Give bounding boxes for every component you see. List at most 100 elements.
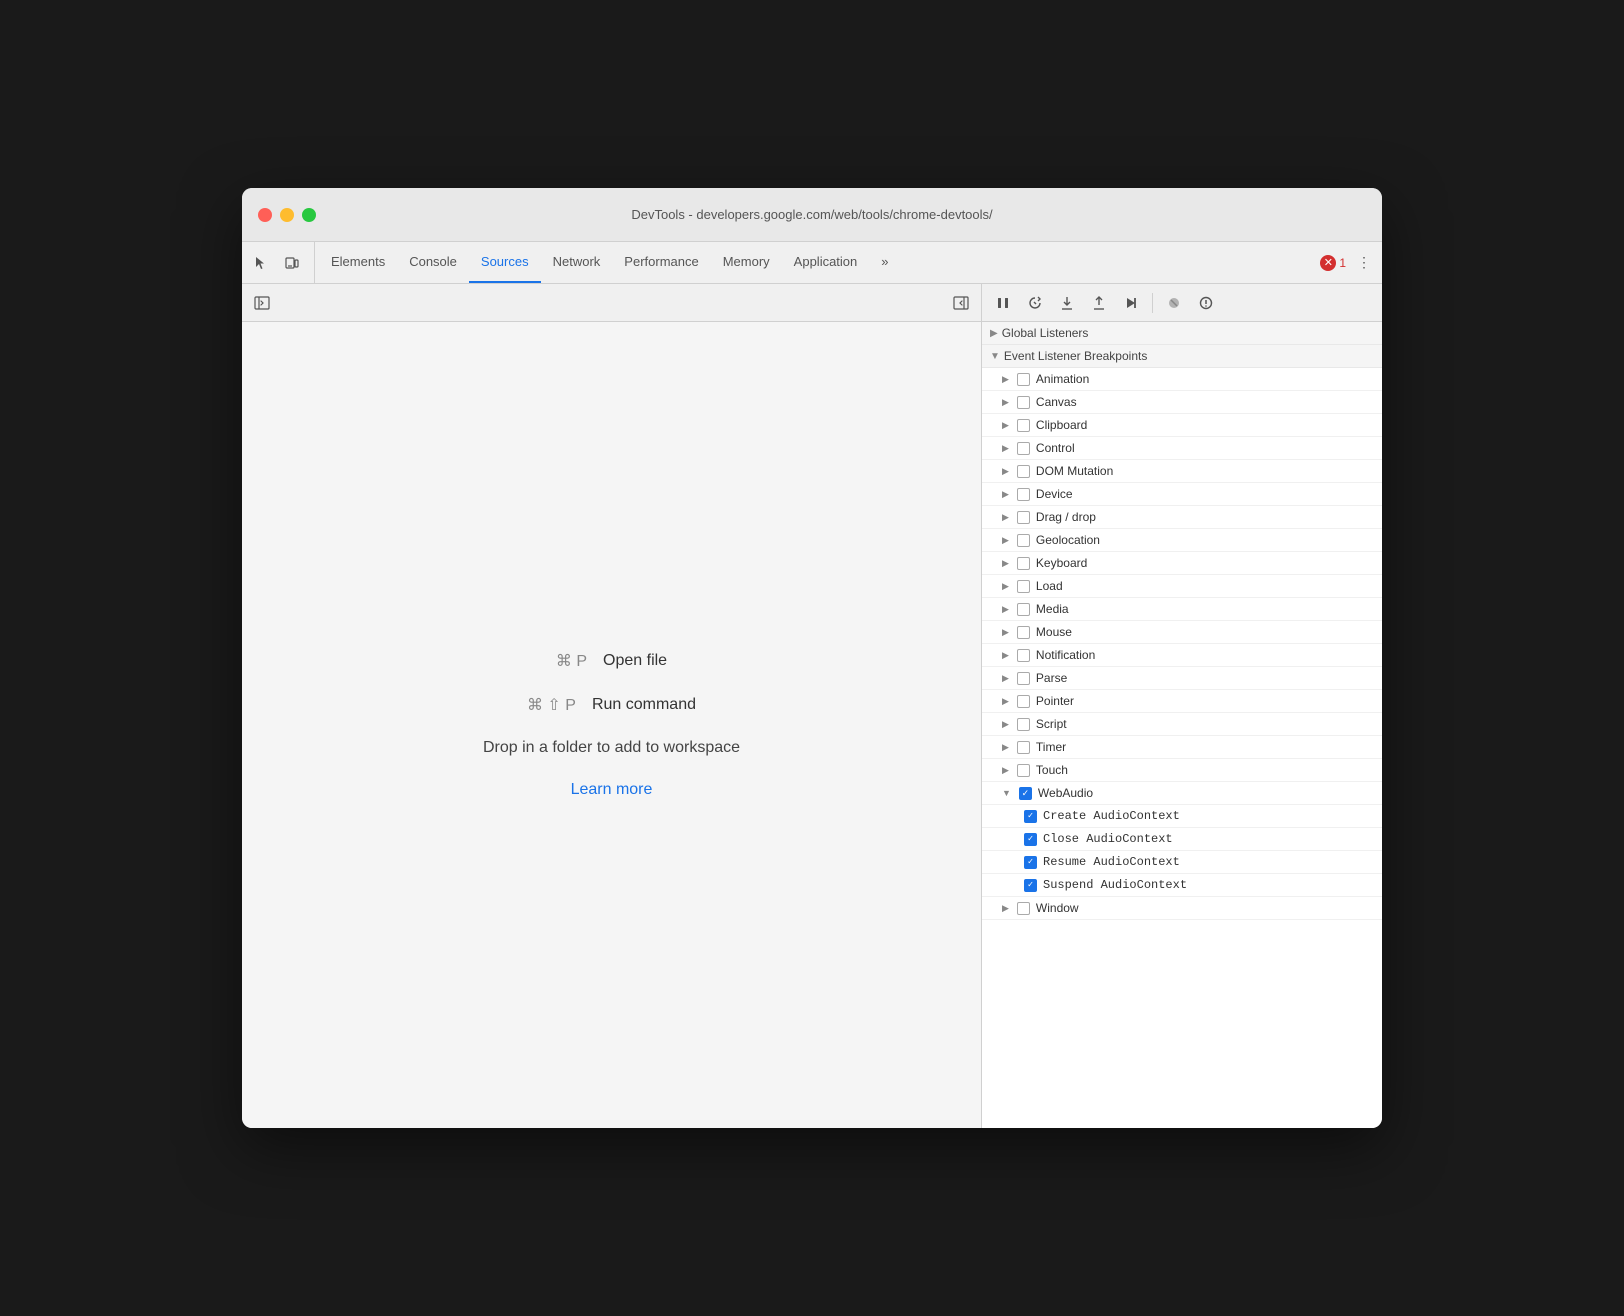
bp-pointer-checkbox[interactable] [1017, 695, 1030, 708]
learn-more-link[interactable]: Learn more [571, 781, 653, 799]
bp-animation[interactable]: ▶ Animation [982, 368, 1382, 391]
bp-create-audiocontext-checkbox[interactable] [1024, 810, 1037, 823]
bp-control-checkbox[interactable] [1017, 442, 1030, 455]
bp-suspend-audiocontext-checkbox[interactable] [1024, 879, 1037, 892]
window-title: DevTools - developers.google.com/web/too… [631, 207, 992, 222]
error-badge[interactable]: ✕ 1 [1320, 255, 1346, 271]
bp-webaudio-resume[interactable]: Resume AudioContext [982, 851, 1382, 874]
left-content: ⌘ P Open file ⌘ ⇧ P Run command Drop in … [242, 322, 981, 1128]
bp-keyboard-checkbox[interactable] [1017, 557, 1030, 570]
bp-canvas-label: Canvas [1036, 395, 1077, 409]
bp-mouse-checkbox[interactable] [1017, 626, 1030, 639]
bp-animation-checkbox[interactable] [1017, 373, 1030, 386]
bp-parse-checkbox[interactable] [1017, 672, 1030, 685]
bp-clipboard[interactable]: ▶ Clipboard [982, 414, 1382, 437]
bp-clipboard-checkbox[interactable] [1017, 419, 1030, 432]
open-file-label: Open file [603, 652, 667, 670]
bp-dom-mutation-checkbox[interactable] [1017, 465, 1030, 478]
main-area: ⌘ P Open file ⌘ ⇧ P Run command Drop in … [242, 284, 1382, 1128]
bp-timer-checkbox[interactable] [1017, 741, 1030, 754]
bp-canvas-checkbox[interactable] [1017, 396, 1030, 409]
bp-close-audiocontext-checkbox[interactable] [1024, 833, 1037, 846]
bp-pointer[interactable]: ▶ Pointer [982, 690, 1382, 713]
more-options-icon[interactable]: ⋮ [1350, 249, 1378, 277]
bp-control[interactable]: ▶ Control [982, 437, 1382, 460]
step-over-button[interactable] [1022, 290, 1048, 316]
bp-device-checkbox[interactable] [1017, 488, 1030, 501]
event-listener-breakpoints-header[interactable]: ▼ Event Listener Breakpoints [982, 345, 1382, 368]
bp-notification[interactable]: ▶ Notification [982, 644, 1382, 667]
bp-touch-checkbox[interactable] [1017, 764, 1030, 777]
bp-device[interactable]: ▶ Device [982, 483, 1382, 506]
shortcut-run-command: ⌘ ⇧ P Run command [527, 695, 696, 715]
bp-dom-mutation[interactable]: ▶ DOM Mutation [982, 460, 1382, 483]
titlebar: DevTools - developers.google.com/web/too… [242, 188, 1382, 242]
show-debugger-icon[interactable] [947, 289, 975, 317]
global-listeners-header[interactable]: ▶ Global Listeners [982, 322, 1382, 345]
close-button[interactable] [258, 208, 272, 222]
tab-network[interactable]: Network [541, 242, 613, 283]
bp-script-label: Script [1036, 717, 1067, 731]
step-out-button[interactable] [1086, 290, 1112, 316]
bp-parse[interactable]: ▶ Parse [982, 667, 1382, 690]
step-button[interactable] [1118, 290, 1144, 316]
pause-on-exceptions-button[interactable] [1193, 290, 1219, 316]
bp-media[interactable]: ▶ Media [982, 598, 1382, 621]
bp-drag-drop-checkbox[interactable] [1017, 511, 1030, 524]
bp-timer[interactable]: ▶ Timer [982, 736, 1382, 759]
bp-load[interactable]: ▶ Load [982, 575, 1382, 598]
bp-webaudio-checkbox[interactable] [1019, 787, 1032, 800]
tab-sources[interactable]: Sources [469, 242, 541, 283]
bp-geolocation[interactable]: ▶ Geolocation [982, 529, 1382, 552]
bp-mouse-label: Mouse [1036, 625, 1072, 639]
fullscreen-button[interactable] [302, 208, 316, 222]
bp-window-checkbox[interactable] [1017, 902, 1030, 915]
global-listeners-label: Global Listeners [1002, 326, 1089, 340]
bp-mouse[interactable]: ▶ Mouse [982, 621, 1382, 644]
bp-script[interactable]: ▶ Script [982, 713, 1382, 736]
bp-window[interactable]: ▶ Window [982, 897, 1382, 920]
bp-drag-drop[interactable]: ▶ Drag / drop [982, 506, 1382, 529]
bp-window-label: Window [1036, 901, 1079, 915]
tab-elements[interactable]: Elements [319, 242, 397, 283]
minimize-button[interactable] [280, 208, 294, 222]
tabbar-right: ✕ 1 ⋮ [1320, 242, 1378, 283]
bp-media-checkbox[interactable] [1017, 603, 1030, 616]
event-listener-label: Event Listener Breakpoints [1004, 349, 1147, 363]
device-icon[interactable] [278, 249, 306, 277]
run-command-label: Run command [592, 696, 696, 714]
tabbar: Elements Console Sources Network Perform… [242, 242, 1382, 284]
bp-dom-mutation-label: DOM Mutation [1036, 464, 1113, 478]
tab-application[interactable]: Application [782, 242, 870, 283]
tab-more[interactable]: » [869, 242, 900, 283]
pause-button[interactable] [990, 290, 1016, 316]
bp-webaudio[interactable]: ▼ WebAudio [982, 782, 1382, 805]
bp-keyboard[interactable]: ▶ Keyboard [982, 552, 1382, 575]
event-listener-arrow: ▼ [990, 351, 1000, 362]
bp-touch[interactable]: ▶ Touch [982, 759, 1382, 782]
bp-drag-drop-label: Drag / drop [1036, 510, 1096, 524]
bp-close-audiocontext-label: Close AudioContext [1043, 832, 1173, 846]
bp-webaudio-suspend[interactable]: Suspend AudioContext [982, 874, 1382, 897]
deactivate-breakpoints-button[interactable] [1161, 290, 1187, 316]
bp-load-checkbox[interactable] [1017, 580, 1030, 593]
show-navigator-icon[interactable] [248, 289, 276, 317]
bp-canvas[interactable]: ▶ Canvas [982, 391, 1382, 414]
bp-notification-checkbox[interactable] [1017, 649, 1030, 662]
bp-device-label: Device [1036, 487, 1073, 501]
bp-resume-audiocontext-checkbox[interactable] [1024, 856, 1037, 869]
bp-media-label: Media [1036, 602, 1069, 616]
tab-console[interactable]: Console [397, 242, 469, 283]
bp-webaudio-create[interactable]: Create AudioContext [982, 805, 1382, 828]
step-into-button[interactable] [1054, 290, 1080, 316]
bp-webaudio-close[interactable]: Close AudioContext [982, 828, 1382, 851]
tab-performance[interactable]: Performance [612, 242, 710, 283]
bp-geolocation-label: Geolocation [1036, 533, 1100, 547]
cursor-icon[interactable] [246, 249, 274, 277]
left-panel: ⌘ P Open file ⌘ ⇧ P Run command Drop in … [242, 284, 982, 1128]
bp-geolocation-checkbox[interactable] [1017, 534, 1030, 547]
bp-webaudio-label: WebAudio [1038, 786, 1093, 800]
bp-script-checkbox[interactable] [1017, 718, 1030, 731]
error-circle: ✕ [1320, 255, 1336, 271]
tab-memory[interactable]: Memory [711, 242, 782, 283]
